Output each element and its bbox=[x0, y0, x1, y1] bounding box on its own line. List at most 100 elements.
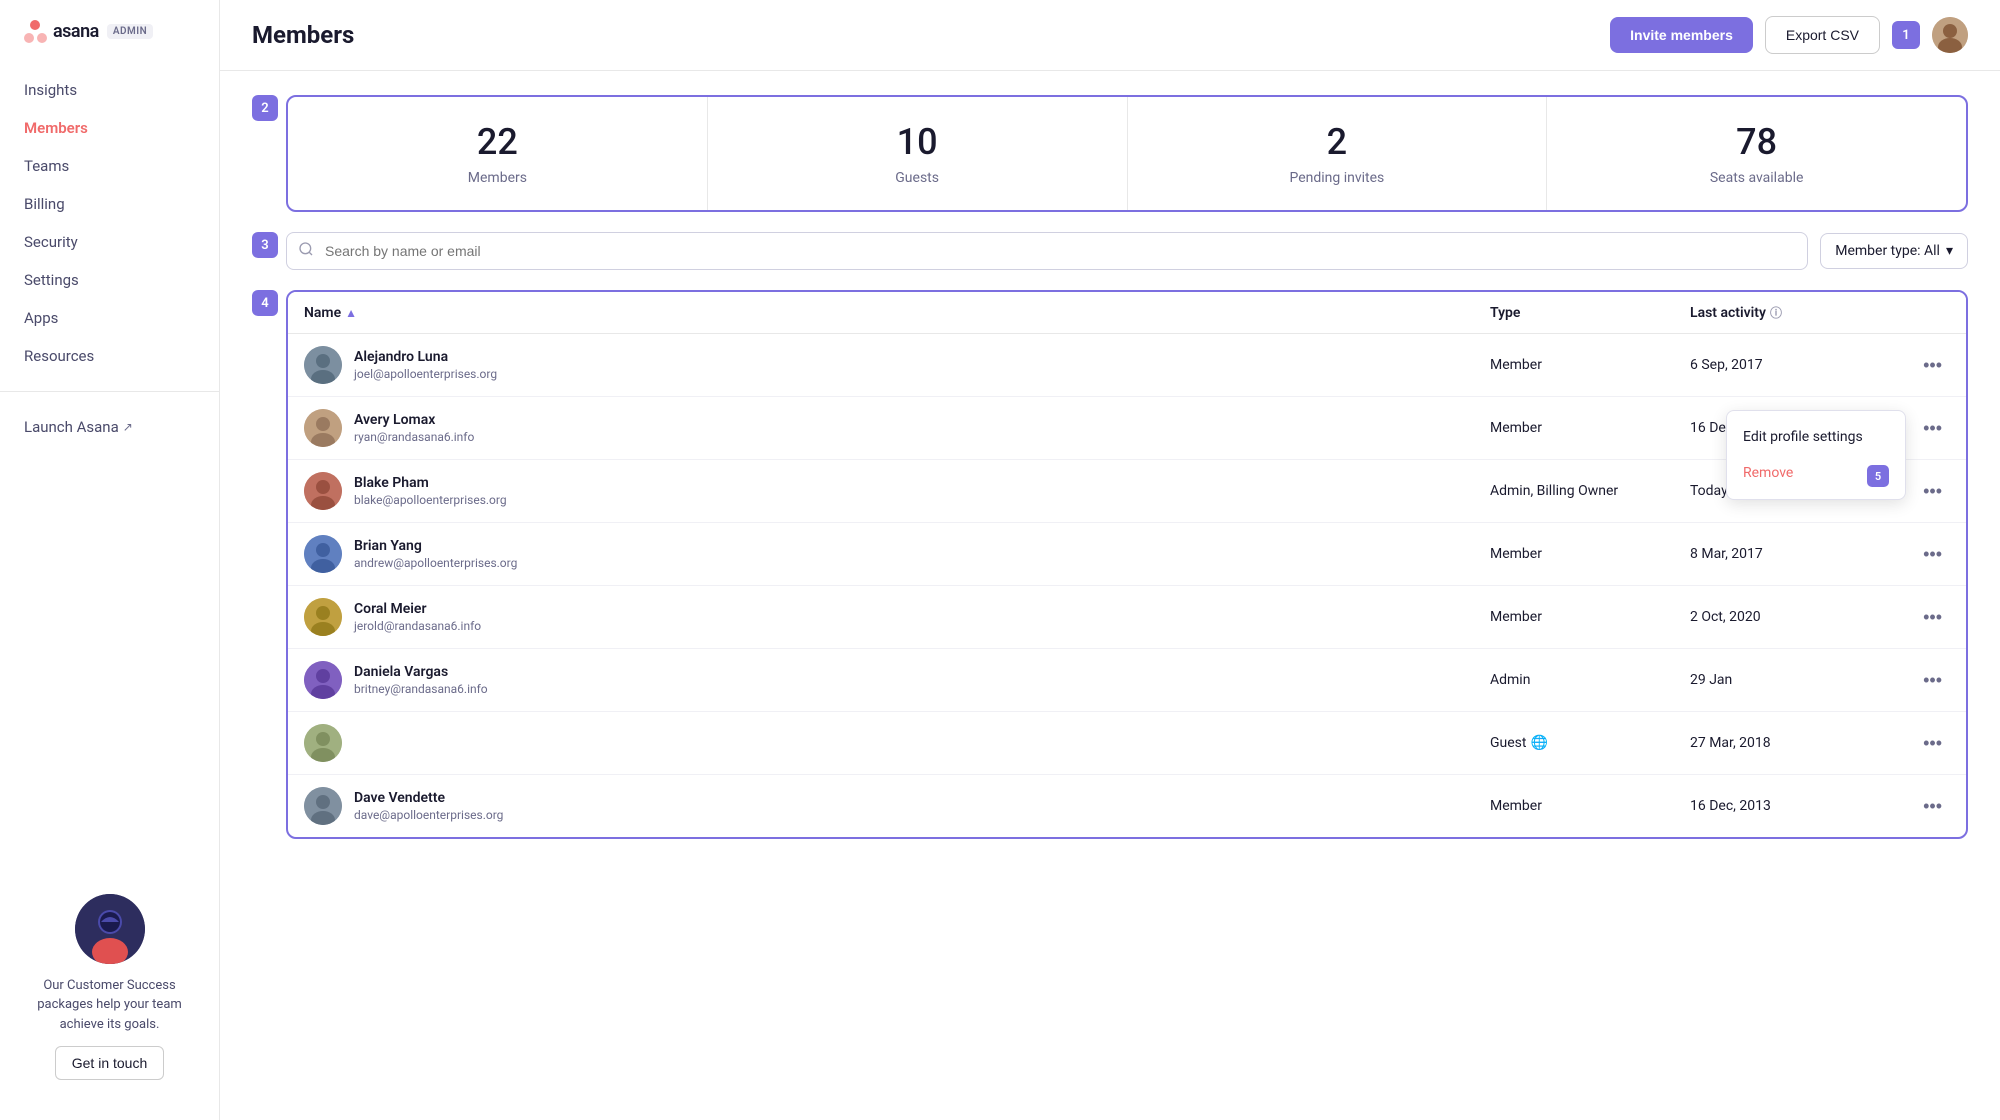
sidebar-nav: Insights Members Teams Billing Security … bbox=[0, 71, 219, 446]
stat-guests-label: Guests bbox=[728, 170, 1107, 186]
table-row-wrapper: 4 Name ▲ Type Last activity ⓘ bbox=[252, 290, 1968, 839]
table-header: Name ▲ Type Last activity ⓘ bbox=[288, 292, 1966, 334]
member-details-brian: Brian Yang andrew@apolloenterprises.org bbox=[354, 538, 517, 570]
stat-seats-value: 78 bbox=[1567, 121, 1946, 164]
activity-coral: 2 Oct, 2020 bbox=[1690, 609, 1890, 625]
content-area: 2 22 Members 10 Guests 2 Pending invites bbox=[220, 71, 2000, 1120]
step-5-badge: 5 bbox=[1867, 465, 1889, 487]
avatar-brian bbox=[304, 535, 342, 573]
more-button-dave[interactable]: ••• bbox=[1915, 792, 1950, 821]
th-type: Type bbox=[1490, 304, 1690, 321]
nav-divider bbox=[0, 391, 219, 392]
sidebar-item-teams[interactable]: Teams bbox=[0, 147, 219, 185]
more-button-7[interactable]: ••• bbox=[1915, 729, 1950, 758]
member-row-blake: Blake Pham blake@apolloenterprises.org A… bbox=[288, 460, 1966, 523]
edit-profile-settings-item[interactable]: Edit profile settings bbox=[1727, 419, 1905, 455]
type-7: Guest 🌐 bbox=[1490, 735, 1690, 751]
sidebar-item-insights[interactable]: Insights bbox=[0, 71, 219, 109]
stat-guests-value: 10 bbox=[728, 121, 1107, 164]
member-row-avery: Avery Lomax ryan@randasana6.info Member … bbox=[288, 397, 1966, 460]
member-info-7 bbox=[304, 724, 1490, 762]
cs-avatar bbox=[75, 894, 145, 964]
type-avery: Member bbox=[1490, 420, 1690, 436]
sidebar: asana ADMIN Insights Members Teams Billi… bbox=[0, 0, 220, 1120]
get-in-touch-button[interactable]: Get in touch bbox=[55, 1046, 165, 1080]
logo-dot-top bbox=[30, 20, 40, 30]
avatar-dave bbox=[304, 787, 342, 825]
context-menu: Edit profile settings Remove 5 bbox=[1726, 410, 1906, 500]
avatar-avery bbox=[304, 409, 342, 447]
more-button-daniela[interactable]: ••• bbox=[1915, 666, 1950, 695]
stat-members-value: 22 bbox=[308, 121, 687, 164]
type-coral: Member bbox=[1490, 609, 1690, 625]
sidebar-item-apps[interactable]: Apps bbox=[0, 299, 219, 337]
external-link-icon: ↗ bbox=[123, 420, 133, 434]
member-info-dave: Dave Vendette dave@apolloenterprises.org bbox=[304, 787, 1490, 825]
header-actions: Invite members Export CSV 1 bbox=[1610, 16, 1968, 54]
user-avatar[interactable] bbox=[1932, 17, 1968, 53]
remove-member-item[interactable]: Remove 5 bbox=[1727, 455, 1905, 491]
stat-members-label: Members bbox=[308, 170, 687, 186]
sidebar-item-billing[interactable]: Billing bbox=[0, 185, 219, 223]
top-header: Members Invite members Export CSV 1 bbox=[220, 0, 2000, 71]
member-info-daniela: Daniela Vargas britney@randasana6.info bbox=[304, 661, 1490, 699]
sort-asc-icon: ▲ bbox=[345, 306, 357, 320]
member-details-dave: Dave Vendette dave@apolloenterprises.org bbox=[354, 790, 503, 822]
member-details-avery: Avery Lomax ryan@randasana6.info bbox=[354, 412, 474, 444]
more-button-alejandro[interactable]: ••• bbox=[1915, 351, 1950, 380]
member-details-daniela: Daniela Vargas britney@randasana6.info bbox=[354, 664, 488, 696]
export-csv-button[interactable]: Export CSV bbox=[1765, 16, 1880, 54]
more-actions-dave: ••• bbox=[1890, 792, 1950, 821]
cs-avatar-svg bbox=[75, 894, 145, 964]
admin-badge: ADMIN bbox=[107, 24, 153, 39]
more-actions-daniela: ••• bbox=[1890, 666, 1950, 695]
asana-logo: asana bbox=[24, 20, 99, 43]
type-daniela: Admin bbox=[1490, 672, 1690, 688]
sidebar-item-launch[interactable]: Launch Asana ↗ bbox=[0, 408, 219, 446]
type-brian: Member bbox=[1490, 546, 1690, 562]
member-row-dave: Dave Vendette dave@apolloenterprises.org… bbox=[288, 775, 1966, 837]
stats-row: 2 22 Members 10 Guests 2 Pending invites bbox=[252, 95, 1968, 212]
member-details-blake: Blake Pham blake@apolloenterprises.org bbox=[354, 475, 507, 507]
cs-description: Our Customer Success packages help your … bbox=[24, 976, 195, 1035]
member-type-filter[interactable]: Member type: All ▾ bbox=[1820, 233, 1968, 269]
globe-icon: 🌐 bbox=[1530, 735, 1547, 751]
member-row-brian: Brian Yang andrew@apolloenterprises.org … bbox=[288, 523, 1966, 586]
type-dave: Member bbox=[1490, 798, 1690, 814]
stat-members: 22 Members bbox=[288, 97, 708, 210]
member-row-coral: Coral Meier jerold@randasana6.info Membe… bbox=[288, 586, 1966, 649]
sidebar-item-members[interactable]: Members bbox=[0, 109, 219, 147]
members-table: Name ▲ Type Last activity ⓘ bbox=[286, 290, 1968, 839]
stat-pending-value: 2 bbox=[1148, 121, 1527, 164]
stat-pending: 2 Pending invites bbox=[1128, 97, 1548, 210]
more-button-coral[interactable]: ••• bbox=[1915, 603, 1950, 632]
avatar-coral bbox=[304, 598, 342, 636]
logo-text: asana bbox=[53, 21, 99, 42]
logo-dots bbox=[24, 20, 47, 43]
member-info-coral: Coral Meier jerold@randasana6.info bbox=[304, 598, 1490, 636]
member-info-blake: Blake Pham blake@apolloenterprises.org bbox=[304, 472, 1490, 510]
more-button-blake[interactable]: ••• bbox=[1915, 477, 1950, 506]
th-name[interactable]: Name ▲ bbox=[304, 304, 1490, 321]
step-3-badge: 3 bbox=[252, 232, 278, 258]
th-last-activity: Last activity ⓘ bbox=[1690, 304, 1890, 321]
invite-members-button[interactable]: Invite members bbox=[1610, 17, 1753, 53]
member-info-avery: Avery Lomax ryan@randasana6.info bbox=[304, 409, 1490, 447]
search-icon bbox=[298, 241, 314, 261]
notification-badge[interactable]: 1 bbox=[1892, 21, 1920, 49]
member-info-brian: Brian Yang andrew@apolloenterprises.org bbox=[304, 535, 1490, 573]
member-info-alejandro: Alejandro Luna joel@apolloenterprises.or… bbox=[304, 346, 1490, 384]
activity-7: 27 Mar, 2018 bbox=[1690, 735, 1890, 751]
more-actions-7: ••• bbox=[1890, 729, 1950, 758]
sidebar-item-security[interactable]: Security bbox=[0, 223, 219, 261]
logo-dot-right bbox=[37, 33, 47, 43]
stat-seats-label: Seats available bbox=[1567, 170, 1946, 186]
search-input[interactable] bbox=[286, 232, 1808, 270]
sidebar-item-resources[interactable]: Resources bbox=[0, 337, 219, 375]
activity-alejandro: 6 Sep, 2017 bbox=[1690, 357, 1890, 373]
avatar-7 bbox=[304, 724, 342, 762]
avatar-daniela bbox=[304, 661, 342, 699]
more-button-brian[interactable]: ••• bbox=[1915, 540, 1950, 569]
sidebar-item-settings[interactable]: Settings bbox=[0, 261, 219, 299]
more-button-avery[interactable]: ••• bbox=[1915, 414, 1950, 443]
